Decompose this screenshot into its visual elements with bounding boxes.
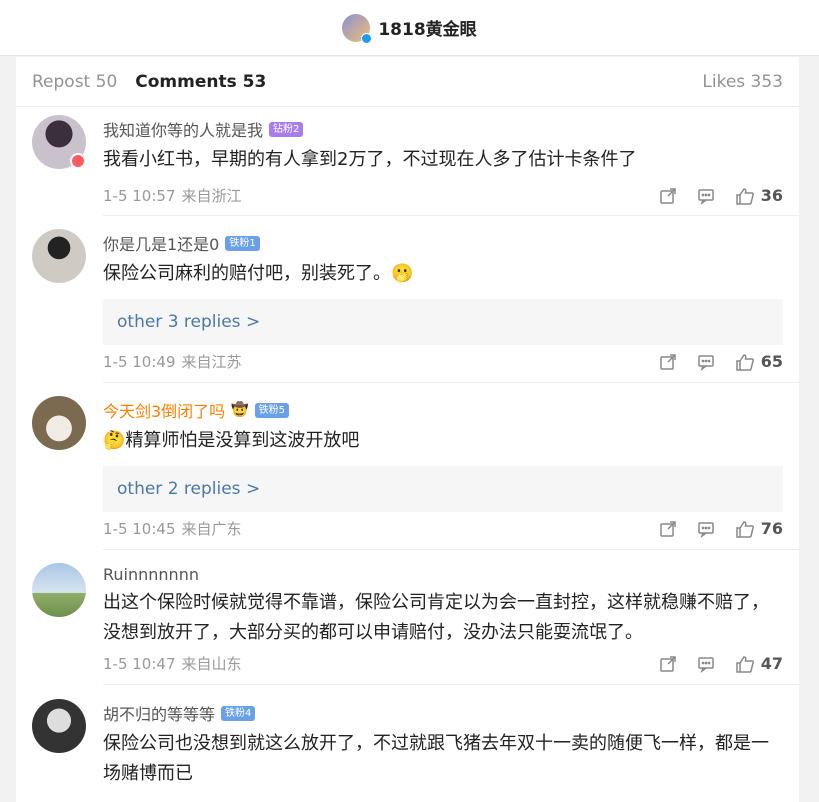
comment-username[interactable]: Ruinnnnnnn	[103, 565, 783, 584]
comment-icon[interactable]	[697, 187, 715, 205]
avatar[interactable]	[32, 396, 86, 450]
emoji-badge: 🤠	[231, 402, 249, 418]
like-icon	[735, 187, 755, 205]
like-icon	[735, 655, 755, 673]
view-replies-link[interactable]: other 2 replies >	[103, 466, 783, 512]
like-button[interactable]: 76	[735, 519, 783, 538]
verified-icon	[361, 32, 373, 44]
like-button[interactable]: 36	[735, 186, 783, 205]
comment-time: 1-5 10:57	[103, 186, 176, 205]
share-icon[interactable]	[659, 187, 677, 205]
view-replies-link[interactable]: other 3 replies >	[103, 299, 783, 345]
comment-text: 我看小红书，早期的有人拿到2万了，不过现在人多了估计卡条件了	[103, 149, 637, 170]
fan-badge: 铁粉5	[254, 402, 289, 418]
comment-location: 来自江苏	[181, 353, 242, 371]
divider	[103, 549, 799, 550]
divider	[103, 684, 799, 685]
comment-icon[interactable]	[697, 353, 715, 371]
avatar[interactable]	[32, 229, 86, 283]
tab-bar: Repost 50 Comments 53 Likes 353	[16, 57, 799, 107]
comment-time: 1-5 10:45	[103, 519, 176, 538]
tab-likes[interactable]: Likes 353	[702, 72, 783, 92]
fan-badge: 铁粉1	[225, 235, 260, 251]
top-bar: 1818黄金眼	[0, 0, 819, 56]
comment-location: 来自山东	[181, 655, 242, 673]
comment-icon[interactable]	[697, 520, 715, 538]
share-icon[interactable]	[659, 655, 677, 673]
comment-meta: 1-5 10:57 来自浙江 36	[103, 185, 783, 206]
comment-icon[interactable]	[697, 655, 715, 673]
divider	[103, 382, 799, 383]
comment-text: 保险公司也没想到就这么放开了，不过就跟飞猪去年双十一卖的随便飞一样，都是一场赌博…	[103, 733, 769, 784]
comment-username[interactable]: 你是几是1还是0 铁粉1	[103, 231, 783, 255]
comment-time: 1-5 10:49	[103, 352, 176, 371]
like-count: 65	[760, 352, 783, 371]
comment-location: 来自广东	[181, 520, 242, 538]
comment-username[interactable]: 我知道你等的人就是我 钻粉2	[103, 117, 783, 141]
like-button[interactable]: 47	[735, 654, 783, 673]
avatar[interactable]	[32, 699, 86, 753]
share-icon[interactable]	[659, 520, 677, 538]
tab-repost[interactable]: Repost 50	[32, 72, 117, 92]
comment-meta: 1-5 10:45 来自广东 76	[103, 518, 783, 539]
divider	[103, 215, 799, 216]
comment-username[interactable]: 胡不归的等等等 铁粉4	[103, 701, 783, 725]
comment-meta: 1-5 10:49 来自江苏 65	[103, 351, 783, 372]
avatar[interactable]	[32, 563, 86, 617]
share-icon[interactable]	[659, 353, 677, 371]
comment-username[interactable]: 今天剑3倒闭了吗 🤠 铁粉5	[103, 398, 783, 422]
tab-comments[interactable]: Comments 53	[135, 72, 266, 92]
like-icon	[735, 353, 755, 371]
comment-text: 保险公司麻利的赔付吧，别装死了。🫢	[103, 263, 414, 284]
account-avatar[interactable]	[342, 13, 373, 44]
comment-text: 出这个保险时候就觉得不靠谱，保险公司肯定以为会一直封控，这样就稳赚不赔了，没想到…	[103, 592, 769, 643]
fan-badge: 钻粉2	[269, 121, 304, 137]
fan-badge: 铁粉4	[221, 705, 256, 721]
comment-meta: 1-5 10:47 来自山东 47	[103, 653, 783, 674]
verified-icon	[70, 153, 86, 169]
comments-card: Repost 50 Comments 53 Likes 353 我知道你等的人就…	[16, 57, 799, 802]
like-icon	[735, 520, 755, 538]
like-button[interactable]: 65	[735, 352, 783, 371]
account-name[interactable]: 1818黄金眼	[378, 15, 476, 40]
like-count: 36	[760, 186, 783, 205]
like-count: 47	[760, 654, 783, 673]
comment-time: 1-5 10:47	[103, 654, 176, 673]
comment-text: 🤔精算师怕是没算到这波开放吧	[103, 430, 360, 451]
comment-location: 来自浙江	[181, 187, 242, 205]
like-count: 76	[760, 519, 783, 538]
